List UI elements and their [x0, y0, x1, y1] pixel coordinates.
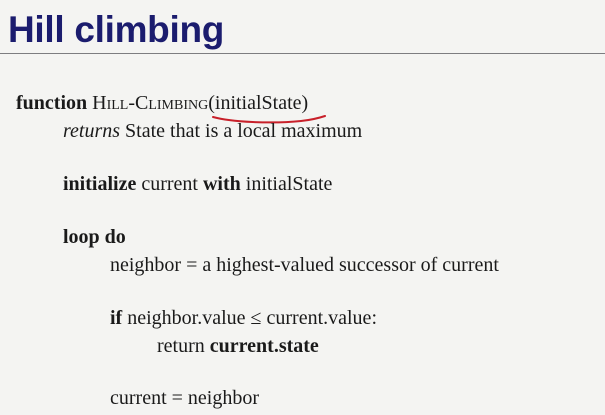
initialize-line: initialize current with initialState	[63, 172, 332, 196]
if-condition: neighbor.value ≤ current.value:	[127, 307, 377, 329]
title-divider	[0, 53, 605, 54]
returns-line: returns State that is a local maximum	[63, 119, 362, 143]
function-name: Hill-Climbing	[92, 92, 209, 114]
return-value: current.state	[209, 335, 319, 357]
initialize-target: current	[141, 173, 198, 195]
initialize-keyword: initialize	[63, 173, 137, 195]
param-annotated: initialState	[211, 91, 326, 124]
function-signature-line: function Hill-Climbing(initialState)	[16, 91, 326, 124]
return-line: return current.state	[157, 334, 319, 358]
function-keyword: function	[16, 92, 88, 114]
return-keyword: return	[157, 335, 205, 357]
close-paren: )	[301, 92, 309, 114]
if-keyword: if	[110, 307, 123, 329]
returns-keyword: returns	[63, 120, 121, 142]
param-initial-state: initialState	[214, 92, 302, 114]
open-paren: (	[208, 92, 215, 114]
returns-text: State that is a local maximum	[125, 120, 363, 142]
with-keyword: with	[202, 173, 241, 195]
loop-do-line: loop do	[63, 226, 126, 248]
if-line: if neighbor.value ≤ current.value:	[110, 306, 377, 330]
neighbor-line: neighbor = a highest-valued successor of…	[110, 254, 499, 276]
initialize-source: initialState	[245, 173, 333, 195]
slide-title: Hill climbing	[8, 9, 225, 50]
assign-line: current = neighbor	[110, 387, 260, 409]
